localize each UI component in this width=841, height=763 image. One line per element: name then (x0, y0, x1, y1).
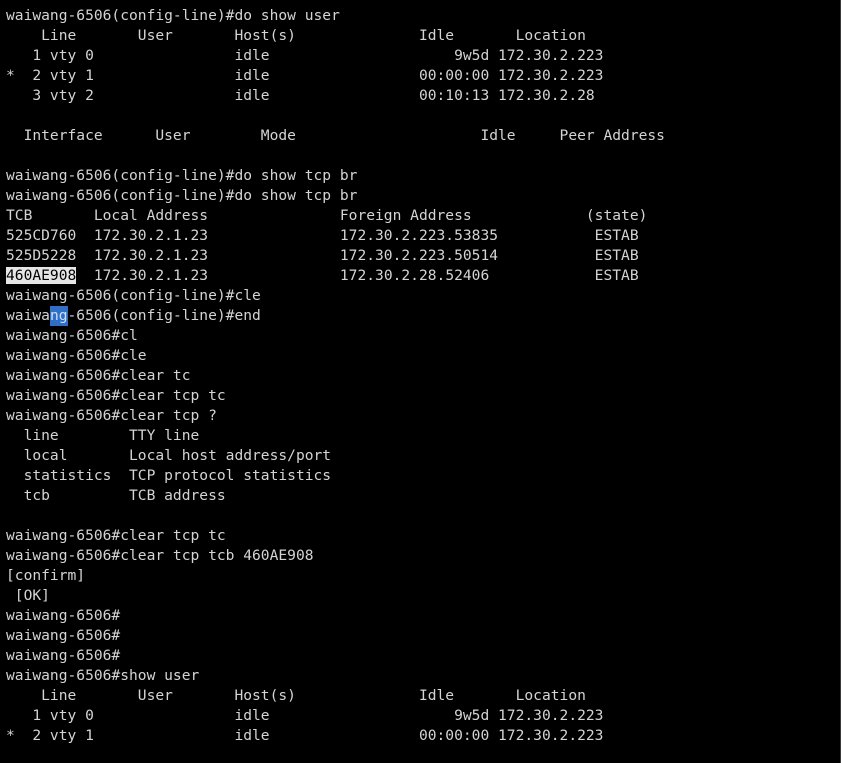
terminal-line: tcb TCB address (6, 486, 840, 506)
terminal-text: waiwang-6506(config-line)#cle (6, 287, 261, 304)
terminal-text: Interface User Mode Idle Peer Address (6, 127, 665, 144)
selected-text[interactable]: 460AE908 (6, 267, 77, 284)
terminal-text: waiwang-6506(config-line)#do show tcp br (6, 187, 358, 204)
terminal-line: waiwang-6506# (6, 606, 840, 626)
terminal-line: waiwang-6506#clear tc (6, 366, 840, 386)
terminal-line: * 2 vty 1 idle 00:00:00 172.30.2.223 (6, 66, 840, 86)
terminal-line: 1 vty 0 idle 9w5d 172.30.2.223 (6, 706, 840, 726)
terminal-text: * 2 vty 1 idle 00:00:00 172.30.2.223 (6, 67, 604, 84)
terminal-text: local Local host address/port (6, 447, 332, 464)
terminal-text: waiwang-6506#show user (6, 667, 200, 684)
terminal-line: statistics TCP protocol statistics (6, 466, 840, 486)
terminal-line: waiwang-6506#clear tcp tc (6, 526, 840, 546)
terminal-line: 460AE908 172.30.2.1.23 172.30.2.28.52406… (6, 266, 840, 286)
terminal-line: waiwang-6506#clear tcp tcb 460AE908 (6, 546, 840, 566)
terminal-text: waiwang-6506(config-line)#do show tcp br (6, 167, 358, 184)
terminal-text: Line User Host(s) Idle Location (6, 687, 586, 704)
terminal-line: 3 vty 2 idle 00:10:13 172.30.2.28 (6, 86, 840, 106)
terminal-line: waiwang-6506#cl (6, 326, 840, 346)
terminal-text: 1 vty 0 idle 9w5d 172.30.2.223 (6, 47, 604, 64)
terminal-text: 525D5228 172.30.2.1.23 172.30.2.223.5051… (6, 247, 639, 264)
terminal-text: 1 vty 0 idle 9w5d 172.30.2.223 (6, 707, 604, 724)
terminal-line: waiwang-6506#clear tcp tc (6, 386, 840, 406)
terminal-line: Interface User Mode Idle Peer Address (6, 126, 840, 146)
terminal-text: statistics TCP protocol statistics (6, 467, 332, 484)
terminal-line: line TTY line (6, 426, 840, 446)
terminal-text: waiwang-6506# (6, 647, 121, 664)
terminal-text: waiwang-6506#cl (6, 327, 138, 344)
terminal-text: 172.30.2.1.23 172.30.2.28.52406 ESTAB (76, 267, 639, 284)
terminal-text: waiwang-6506# (6, 627, 121, 644)
terminal-line: waiwang-6506(config-line)#cle (6, 286, 840, 306)
terminal-line: waiwang-6506#cle (6, 346, 840, 366)
terminal-text: tcb TCB address (6, 487, 226, 504)
terminal-line: waiwang-6506#show user (6, 666, 840, 686)
terminal-line: Line User Host(s) Idle Location (6, 26, 840, 46)
terminal-text: 525CD760 172.30.2.1.23 172.30.2.223.5383… (6, 227, 639, 244)
terminal-text: Line User Host(s) Idle Location (6, 27, 586, 44)
terminal-line: 1 vty 0 idle 9w5d 172.30.2.223 (6, 46, 840, 66)
terminal-text: TCB Local Address Foreign Address (state… (6, 207, 648, 224)
terminal-line: waiwang-6506(config-line)#do show tcp br (6, 166, 840, 186)
terminal-window[interactable]: waiwang-6506(config-line)#do show user L… (0, 0, 841, 763)
terminal-line: [OK] (6, 586, 840, 606)
terminal-line: TCB Local Address Foreign Address (state… (6, 206, 840, 226)
terminal-line: waiwang-6506(config-line)#end (6, 306, 840, 326)
terminal-line: [confirm] (6, 566, 840, 586)
terminal-line: waiwang-6506#clear tcp ? (6, 406, 840, 426)
terminal-line: Line User Host(s) Idle Location (6, 686, 840, 706)
terminal-line: 525CD760 172.30.2.1.23 172.30.2.223.5383… (6, 226, 840, 246)
terminal-text: [OK] (6, 587, 50, 604)
terminal-text: waiwang-6506#clear tcp tcb 460AE908 (6, 547, 314, 564)
terminal-text: waiwang-6506#clear tcp tc (6, 387, 226, 404)
terminal-text: -6506(config-line)#end (67, 307, 261, 324)
terminal-text: waiwang-6506(config-line)#do show user (6, 7, 340, 24)
terminal-line: * 2 vty 1 idle 00:00:00 172.30.2.223 (6, 726, 840, 746)
terminal-text: [confirm] (6, 567, 86, 584)
terminal-text: waiwang-6506# (6, 607, 121, 624)
terminal-cursor: ng (49, 306, 68, 326)
terminal-line: local Local host address/port (6, 446, 840, 466)
terminal-line: waiwang-6506(config-line)#do show user (6, 6, 840, 26)
terminal-text: waiwang-6506#clear tc (6, 367, 191, 384)
terminal-text: waiwang-6506#cle (6, 347, 147, 364)
terminal-text: waiwang-6506#clear tcp tc (6, 527, 226, 544)
terminal-text: waiwa (6, 307, 50, 324)
terminal-text: line TTY line (6, 427, 200, 444)
terminal-line: waiwang-6506# (6, 626, 840, 646)
terminal-text: waiwang-6506#clear tcp ? (6, 407, 217, 424)
terminal-text: * 2 vty 1 idle 00:00:00 172.30.2.223 (6, 727, 604, 744)
terminal-line: waiwang-6506# (6, 646, 840, 666)
terminal-text: 3 vty 2 idle 00:10:13 172.30.2.28 (6, 87, 595, 104)
terminal-output: waiwang-6506(config-line)#do show user L… (6, 6, 840, 746)
terminal-line: 525D5228 172.30.2.1.23 172.30.2.223.5051… (6, 246, 840, 266)
terminal-line: waiwang-6506(config-line)#do show tcp br (6, 186, 840, 206)
